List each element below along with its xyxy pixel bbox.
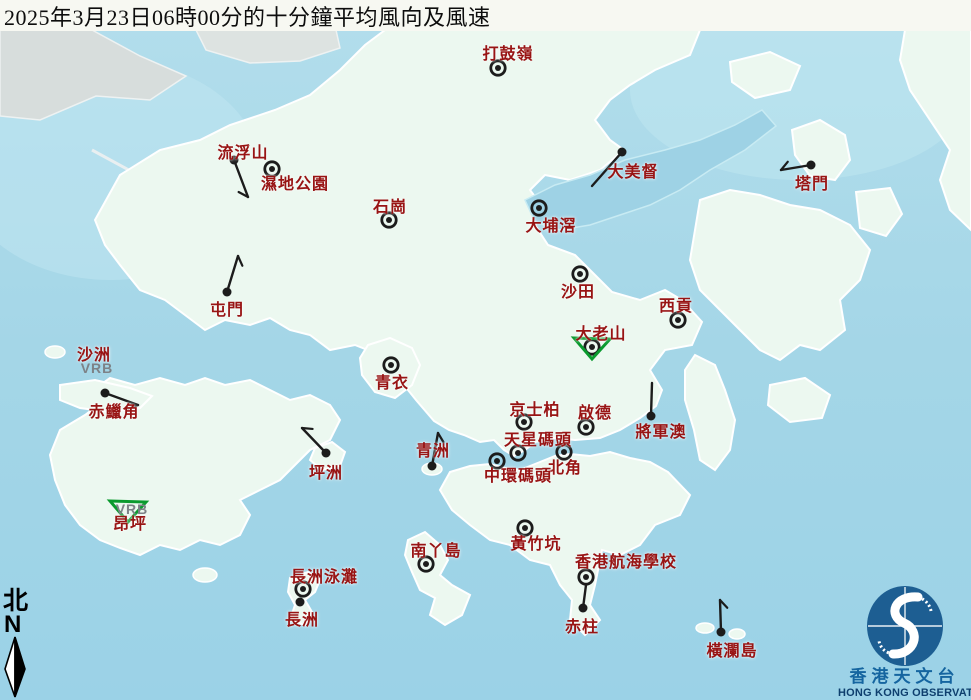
station-西貢	[671, 313, 685, 327]
station-南丫島	[419, 557, 433, 571]
station-北角	[557, 445, 571, 459]
map-title: 2025年3月23日06時00分的十分鐘平均風向及風速	[4, 0, 491, 32]
station-昂坪	[110, 501, 146, 522]
logo-english-name: HONG KONG OBSERVATORY	[838, 687, 971, 699]
station-沙田	[573, 267, 587, 281]
station-長洲泳灘	[296, 582, 310, 596]
station-symbols-layer	[0, 0, 971, 700]
station-香港航海學校	[579, 570, 593, 584]
station-將軍澳	[647, 383, 656, 421]
station-打鼓嶺	[491, 61, 505, 75]
wind-map-page: 打鼓嶺流浮山濕地公園石崗大美督塔門大埔滘沙田屯門西貢大老山沙洲VRB赤鱲角青衣京…	[0, 0, 971, 700]
station-青洲	[428, 433, 444, 471]
logo-chinese-name: 香港天文台	[838, 668, 971, 687]
station-濕地公園	[265, 162, 279, 176]
station-天星碼頭	[511, 446, 525, 460]
station-大埔滘	[532, 201, 546, 215]
station-赤鱲角	[101, 389, 139, 409]
compass-north-letter: N	[4, 614, 21, 636]
station-青衣	[384, 358, 398, 372]
station-大美督	[592, 148, 627, 187]
hko-logo-icon	[865, 585, 945, 667]
station-長洲	[296, 598, 305, 607]
station-赤柱	[579, 585, 588, 613]
station-中環碼頭	[490, 454, 504, 468]
hko-logo: 香港天文台 HONG KONG OBSERVATORY	[838, 585, 971, 699]
title-bar: 2025年3月23日06時00分的十分鐘平均風向及風速	[0, 0, 971, 31]
compass-needle-icon	[2, 636, 28, 698]
station-橫瀾島	[717, 600, 728, 637]
station-屯門	[223, 256, 243, 297]
station-坪洲	[302, 428, 331, 458]
station-啟德	[579, 420, 593, 434]
station-塔門	[781, 161, 816, 171]
station-黃竹坑	[518, 521, 532, 535]
north-compass: 北 N	[2, 589, 36, 698]
station-石崗	[382, 213, 396, 227]
station-大老山	[574, 338, 610, 359]
station-流浮山	[230, 156, 249, 198]
station-京士柏	[517, 415, 531, 429]
